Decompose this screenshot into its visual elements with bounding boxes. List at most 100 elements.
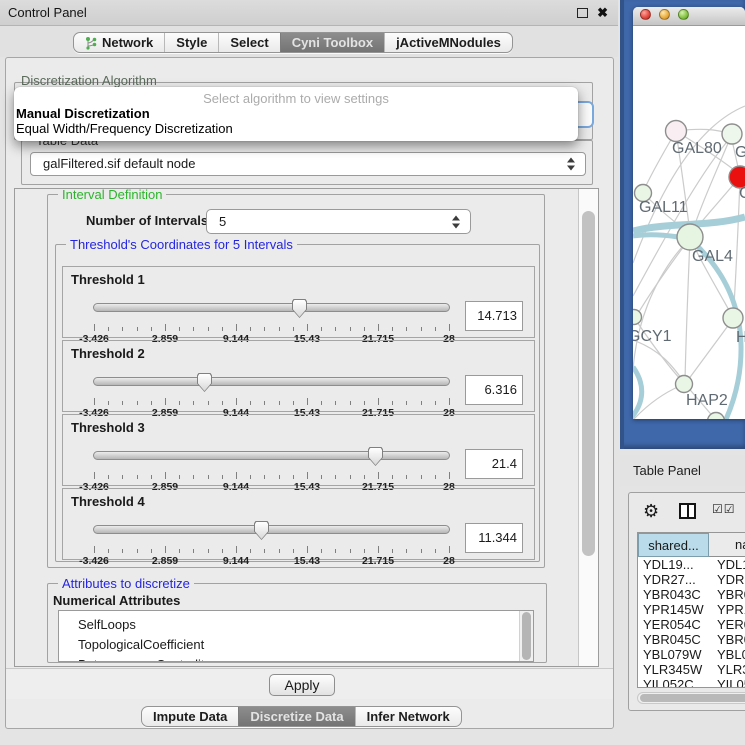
node-h[interactable] [723, 308, 743, 328]
node-gal80[interactable] [666, 121, 687, 142]
svg-text:GA: GA [735, 144, 745, 161]
threshold-2-panel: Threshold 2 -3.4262.8599.14415.4321.7152… [62, 340, 535, 412]
close-icon[interactable]: ✖ [597, 0, 608, 26]
node-table: shared... na YDL19...YDL19YDR27...YDR27Y… [637, 532, 745, 688]
threshold-2-slider[interactable]: -3.4262.8599.14415.4321.71528 [93, 374, 450, 412]
threshold-2-value[interactable]: 6.316 [465, 375, 523, 405]
apply-button[interactable]: Apply [269, 674, 335, 696]
table-row[interactable]: YDL19...YDL19 [638, 557, 745, 572]
slider-thumb[interactable] [254, 521, 269, 540]
column-header-name[interactable]: na [709, 533, 745, 557]
table-row[interactable]: YBR045CYBR04 [638, 632, 745, 647]
table-row[interactable]: YBL079WYBL07 [638, 647, 745, 662]
zoom-traffic-light-icon[interactable] [678, 9, 689, 20]
threshold-1-value[interactable]: 14.713 [465, 301, 523, 331]
table-row[interactable]: YER054CYER05 [638, 617, 745, 632]
table-row[interactable]: YBR043CYBR04 [638, 587, 745, 602]
algorithm-group-title: Discretization Algorithm [21, 73, 157, 88]
tab-discretize-data[interactable]: Discretize Data [238, 707, 354, 726]
list-scrollbar[interactable] [519, 611, 533, 661]
minimize-traffic-light-icon[interactable] [659, 9, 670, 20]
settings-scrollpane: Interval Definition Number of Intervals … [14, 188, 599, 667]
table-rows: YDL19...YDL19YDR27...YDR27YBR043CYBR04YP… [638, 557, 745, 688]
threshold-3-slider[interactable]: -3.4262.8599.14415.4321.71528 [93, 448, 450, 486]
threshold-3-label: Threshold 3 [71, 420, 145, 435]
dropdown-placeholder-option[interactable]: Select algorithm to view settings [14, 91, 578, 106]
tab-select[interactable]: Select [218, 33, 279, 52]
threshold-3-value[interactable]: 21.4 [465, 449, 523, 479]
list-item[interactable]: TopologicalCoefficient [78, 635, 533, 655]
column-header-shared-name[interactable]: shared... [638, 533, 709, 557]
node-hap2[interactable] [676, 376, 693, 393]
gear-icon[interactable]: ⚙ [643, 500, 659, 522]
checkbox-filter-icons[interactable]: ☑☑ [712, 502, 736, 516]
network-desktop: GAL80 GA C GAL11 GAL4 GCY1 H HAP2 [620, 0, 745, 449]
threshold-4-panel: Threshold 4 -3.4262.8599.14415.4321.7152… [62, 488, 535, 560]
slider-track[interactable] [93, 377, 450, 386]
slider-track[interactable] [93, 303, 450, 312]
threshold-3-panel: Threshold 3 -3.4262.8599.14415.4321.7152… [62, 414, 535, 486]
slider-ticks [94, 324, 449, 332]
tab-style[interactable]: Style [164, 33, 218, 52]
tab-impute-data[interactable]: Impute Data [142, 707, 238, 726]
node-gcy1[interactable] [633, 310, 642, 325]
settings-scrollbar[interactable] [578, 189, 598, 666]
network-window-titlebar[interactable] [633, 7, 745, 26]
table-panel-title: Table Panel [633, 463, 701, 478]
tab-network-label: Network [102, 35, 153, 50]
algorithm-dropdown-popup: Select algorithm to view settings Manual… [14, 87, 578, 141]
node-gal4[interactable] [677, 224, 703, 250]
slider-thumb[interactable] [292, 299, 307, 318]
float-window-icon[interactable] [577, 8, 588, 18]
thresholds-group-title: Threshold's Coordinates for 5 Intervals [66, 237, 297, 252]
scrollbar-thumb[interactable] [640, 694, 745, 702]
svg-text:GCY1: GCY1 [633, 328, 672, 345]
threshold-1-panel: Threshold 1 -3.4262.8599.14415.4321.7152… [62, 266, 535, 338]
table-panel: ⚙ ☑☑ shared... na YDL19...YDL19YDR27...Y… [628, 492, 745, 711]
bottom-tab-bar: Impute Data Discretize Data Infer Networ… [141, 706, 462, 727]
split-columns-icon[interactable] [679, 503, 696, 519]
spinner-arrows-icon [452, 215, 461, 228]
slider-thumb[interactable] [368, 447, 383, 466]
scrollbar-thumb[interactable] [582, 211, 595, 556]
list-item[interactable]: SelfLoops [78, 615, 533, 635]
table-row[interactable]: YLR345WYLR34 [638, 662, 745, 677]
threshold-4-label: Threshold 4 [71, 494, 145, 509]
table-data-selected: galFiltered.sif default node [43, 156, 195, 171]
control-panel-titlebar: Control Panel ✖ [0, 0, 618, 26]
threshold-1-label: Threshold 1 [71, 272, 145, 287]
table-horizontal-scrollbar[interactable] [637, 692, 745, 704]
table-row[interactable]: YIL052CYIL05 [638, 677, 745, 688]
number-of-intervals-spinner[interactable]: 5 [206, 209, 471, 234]
node-ga[interactable] [722, 124, 742, 144]
numerical-attributes-list[interactable]: SelfLoops TopologicalCoefficient Between… [58, 610, 534, 662]
tab-cyni-toolbox[interactable]: Cyni Toolbox [280, 33, 384, 52]
tab-network[interactable]: Network [74, 33, 164, 52]
tab-infer-network[interactable]: Infer Network [355, 707, 461, 726]
network-canvas[interactable]: GAL80 GA C GAL11 GAL4 GCY1 H HAP2 [633, 26, 745, 419]
dropdown-option-manual[interactable]: Manual Discretization [14, 106, 578, 121]
network-window[interactable]: GAL80 GA C GAL11 GAL4 GCY1 H HAP2 [633, 7, 745, 419]
slider-tick-labels: -3.4262.8599.14415.4321.71528 [94, 555, 449, 567]
threshold-4-slider[interactable]: -3.4262.8599.14415.4321.71528 [93, 522, 450, 560]
interval-definition-groupbox: Interval Definition Number of Intervals … [47, 194, 545, 568]
dropdown-option-equal-width[interactable]: Equal Width/Frequency Discretization [14, 121, 578, 136]
attributes-group-title: Attributes to discretize [58, 576, 194, 591]
threshold-1-slider[interactable]: -3.4262.8599.14415.4321.71528 [93, 300, 450, 338]
threshold-4-value[interactable]: 11.344 [465, 523, 523, 553]
control-panel-title: Control Panel [8, 0, 87, 26]
table-row[interactable]: YPR145WYPR14 [638, 602, 745, 617]
slider-thumb[interactable] [197, 373, 212, 392]
close-traffic-light-icon[interactable] [640, 9, 651, 20]
slider-track[interactable] [93, 525, 450, 534]
svg-text:H: H [736, 329, 745, 346]
list-item[interactable]: BetweennessCentrality [78, 655, 533, 662]
slider-track[interactable] [93, 451, 450, 460]
table-row[interactable]: YDR27...YDR27 [638, 572, 745, 587]
tab-jactivemnodules[interactable]: jActiveMNodules [384, 33, 512, 52]
network-graph: GAL80 GA C GAL11 GAL4 GCY1 H HAP2 [633, 26, 745, 419]
table-data-combobox[interactable]: galFiltered.sif default node [30, 152, 586, 176]
network-branch-icon [85, 36, 97, 50]
slider-ticks [94, 472, 449, 480]
slider-ticks [94, 398, 449, 406]
